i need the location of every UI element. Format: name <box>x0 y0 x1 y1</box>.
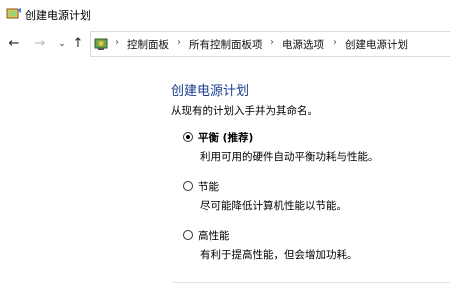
power-options-icon <box>6 8 21 19</box>
plan-description-power-saver: 尽可能降低计算机性能以节能。 <box>200 200 347 212</box>
section-divider <box>173 282 450 283</box>
breadcrumb-all-items[interactable]: 所有控制面板项 <box>189 37 263 52</box>
breadcrumb-power-options[interactable]: 电源选项 <box>282 37 324 52</box>
radio-button-high-performance[interactable] <box>183 230 193 240</box>
plan-label-balanced[interactable]: 平衡 (推荐) <box>198 130 253 145</box>
plan-description-balanced: 利用可用的硬件自动平衡功耗与性能。 <box>200 151 379 163</box>
breadcrumb-separator[interactable]: › <box>177 37 181 48</box>
breadcrumb-control-panel[interactable]: 控制面板 <box>127 37 169 52</box>
page-subtitle: 从现有的计划入手并为其命名。 <box>171 105 318 117</box>
title-bar: 创建电源计划 <box>0 0 450 28</box>
main-content: 创建电源计划 从现有的计划入手并为其命名。 平衡 (推荐) 利用可用的硬件自动平… <box>0 60 450 300</box>
plan-label-power-saver[interactable]: 节能 <box>198 179 219 194</box>
page-title: 创建电源计划 <box>171 84 250 99</box>
control-panel-icon <box>94 38 108 50</box>
radio-selected-dot <box>186 135 190 139</box>
plan-description-high-performance: 有利于提高性能，但会增加功耗。 <box>200 249 358 261</box>
radio-button-power-saver[interactable] <box>183 181 193 191</box>
address-bar[interactable]: › 控制面板 › 所有控制面板项 › 电源选项 › 创建电源计划 <box>90 31 450 57</box>
chevron-down-icon[interactable]: ⌄ <box>54 36 70 52</box>
forward-arrow-icon[interactable]: → <box>32 36 48 52</box>
navigation-bar: ← → ⌄ ↑ › 控制面板 › 所有控制面板项 › 电源选项 › 创建电源计划 <box>0 28 450 60</box>
up-arrow-icon[interactable]: ↑ <box>70 36 86 52</box>
back-arrow-icon[interactable]: ← <box>6 36 22 52</box>
plan-label-high-performance[interactable]: 高性能 <box>198 228 230 243</box>
breadcrumb-create-plan[interactable]: 创建电源计划 <box>345 37 408 52</box>
breadcrumb-separator[interactable]: › <box>333 37 337 48</box>
window-title: 创建电源计划 <box>25 9 91 22</box>
breadcrumb-separator[interactable]: › <box>270 37 274 48</box>
radio-button-balanced[interactable] <box>183 132 193 142</box>
breadcrumb-separator[interactable]: › <box>115 37 119 48</box>
